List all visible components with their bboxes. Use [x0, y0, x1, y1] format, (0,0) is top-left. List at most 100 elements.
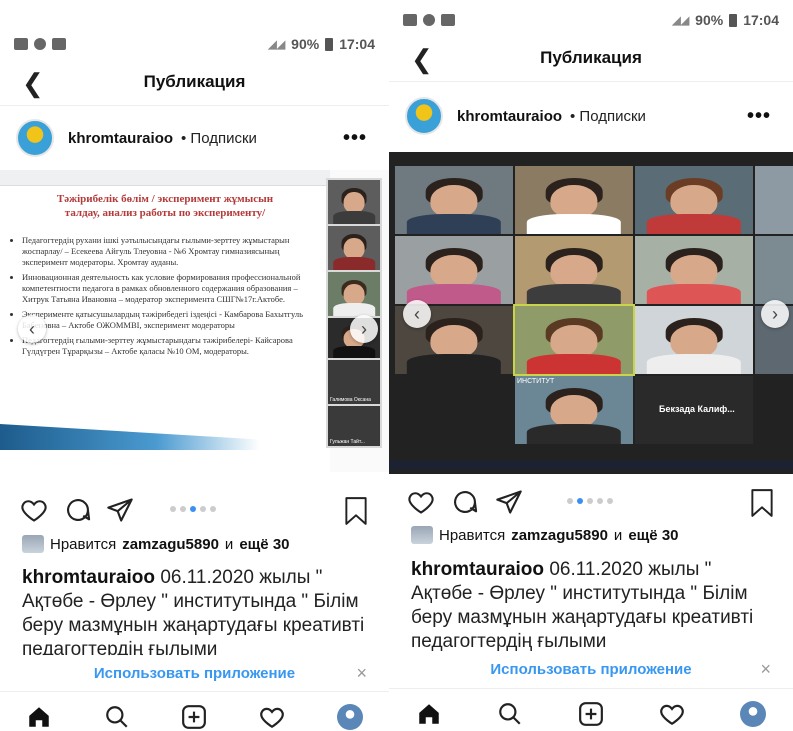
- participant-tile: [395, 166, 513, 234]
- close-banner-button[interactable]: ×: [356, 663, 367, 684]
- new-post-tab[interactable]: [573, 696, 609, 731]
- participant-tile: [328, 272, 380, 316]
- likes-summary[interactable]: Нравится zamzagu5890 и ещё 30: [411, 526, 679, 544]
- more-options-button[interactable]: •••: [747, 105, 771, 128]
- participant-name: Галимова Оксана: [330, 397, 371, 403]
- carousel-next-button[interactable]: ›: [761, 300, 789, 328]
- add-icon: [579, 701, 603, 726]
- activity-tab[interactable]: [654, 696, 690, 731]
- like-button[interactable]: [20, 496, 48, 529]
- image-notification-icon: [14, 38, 28, 50]
- post-header: khromtauraioo • Подписки •••: [0, 112, 389, 164]
- participant-tile: [635, 236, 753, 304]
- signal-icon: ◢◢: [268, 38, 286, 51]
- caption-username[interactable]: khromtauraioo: [411, 559, 544, 580]
- notification-icons: [14, 38, 66, 50]
- left-screenshot: ◢◢ 90% 17:04 ❮ Публикация khromtauraioo …: [0, 0, 389, 731]
- send-icon: [496, 490, 522, 514]
- post-caption: khromtauraioo 06.11.2020 жылы " Ақтөбе -…: [411, 558, 775, 654]
- profile-tab[interactable]: [332, 699, 368, 731]
- battery-icon: [729, 13, 738, 27]
- account-notification-icon: [34, 38, 46, 50]
- like-button[interactable]: [407, 488, 435, 521]
- slide-decoration: [0, 424, 260, 450]
- profile-avatar[interactable]: [16, 119, 54, 157]
- use-app-label[interactable]: Использовать приложение: [94, 665, 295, 682]
- comment-button[interactable]: [64, 496, 92, 529]
- search-tab[interactable]: [492, 696, 528, 731]
- slide-bullet: Инновационная деятельность как условие ф…: [22, 272, 317, 305]
- post-media[interactable]: ИНСТИТУТ Бекзада Калиф... ‹ ›: [389, 152, 793, 474]
- carousel-dot: [180, 506, 186, 512]
- slide-bullets: Педагогтердің рухани ішкі уәтылысындағы …: [12, 235, 317, 361]
- carousel-dot: [607, 498, 613, 504]
- comment-button[interactable]: [451, 488, 479, 521]
- close-banner-button[interactable]: ×: [760, 659, 771, 680]
- signal-icon: ◢◢: [672, 14, 690, 27]
- use-app-banner[interactable]: Использовать приложение ×: [0, 655, 389, 691]
- carousel-dot: [587, 498, 593, 504]
- more-options-button[interactable]: •••: [343, 127, 367, 150]
- comment-icon: [67, 499, 91, 521]
- follow-label[interactable]: • Подписки: [570, 108, 646, 125]
- post-username[interactable]: khromtauraioo: [457, 108, 562, 125]
- post-media[interactable]: Тәжірибелік бөлім / эксперимент жұмысын …: [0, 170, 389, 472]
- slide-bullet: Эксперименте қатысушылардың тәжірибедегі…: [22, 309, 317, 331]
- use-app-banner[interactable]: Использовать приложение ×: [389, 651, 793, 687]
- carousel-dot-active: [190, 506, 196, 512]
- share-button[interactable]: [106, 496, 134, 529]
- heart-icon: [659, 704, 684, 725]
- participant-tile: [515, 236, 633, 304]
- likes-more[interactable]: ещё 30: [239, 536, 289, 553]
- likes-user[interactable]: zamzagu5890: [122, 536, 219, 553]
- caption-username[interactable]: khromtauraioo: [22, 567, 155, 588]
- use-app-label[interactable]: Использовать приложение: [490, 661, 691, 678]
- profile-avatar[interactable]: [405, 97, 443, 135]
- back-button[interactable]: ❮: [411, 44, 433, 75]
- search-tab[interactable]: [99, 699, 135, 731]
- chevron-right-icon: ›: [772, 303, 778, 324]
- carousel-next-button[interactable]: ›: [350, 315, 378, 343]
- carousel-dot: [200, 506, 206, 512]
- home-tab[interactable]: [21, 699, 57, 731]
- likes-summary[interactable]: Нравится zamzagu5890 и ещё 30: [22, 535, 290, 553]
- share-button[interactable]: [495, 488, 523, 521]
- right-screenshot: ◢◢ 90% 17:04 ❮ Публикация khromtauraioo …: [389, 0, 793, 731]
- participant-tile: [515, 166, 633, 234]
- windows-taskbar: [389, 460, 793, 470]
- carousel-prev-button[interactable]: ‹: [403, 300, 431, 328]
- bottom-nav: [389, 688, 793, 731]
- post-username[interactable]: khromtauraioo: [68, 130, 173, 147]
- heart-icon: [21, 500, 47, 522]
- home-tab[interactable]: [411, 696, 447, 731]
- participant-name: ИНСТИТУТ: [517, 378, 555, 385]
- back-button[interactable]: ❮: [22, 68, 44, 99]
- activity-tab[interactable]: [254, 699, 290, 731]
- heart-icon: [260, 707, 285, 728]
- status-bar: ◢◢ 90% 17:04: [0, 30, 389, 58]
- likes-user[interactable]: zamzagu5890: [511, 527, 608, 544]
- save-button[interactable]: [343, 496, 369, 531]
- likes-more[interactable]: ещё 30: [628, 527, 678, 544]
- carousel-prev-button[interactable]: ‹: [18, 315, 46, 343]
- comment-icon: [454, 491, 478, 513]
- profile-tab[interactable]: [735, 696, 771, 731]
- top-bar: ❮ Публикация: [0, 58, 389, 106]
- carousel-indicator: [567, 498, 613, 504]
- participant-tile: Бекзада Калиф...: [635, 376, 753, 444]
- page-title: Публикация: [143, 71, 246, 91]
- bookmark-icon: [345, 497, 367, 525]
- add-icon: [182, 704, 207, 729]
- notification-icons: [403, 14, 455, 26]
- follow-label[interactable]: • Подписки: [181, 130, 257, 147]
- search-icon: [499, 702, 521, 725]
- battery-percent: 90%: [695, 12, 724, 28]
- chevron-left-icon: ‹: [414, 303, 420, 324]
- slide-toolbar: [0, 170, 330, 186]
- battery-icon: [325, 37, 334, 51]
- participants-sidebar: Галимова Оксана Гульжан Тайт...: [326, 178, 382, 448]
- new-post-tab[interactable]: [176, 699, 212, 731]
- liker-avatar: [411, 526, 433, 544]
- save-button[interactable]: [749, 488, 775, 523]
- chevron-left-icon: ‹: [29, 318, 35, 339]
